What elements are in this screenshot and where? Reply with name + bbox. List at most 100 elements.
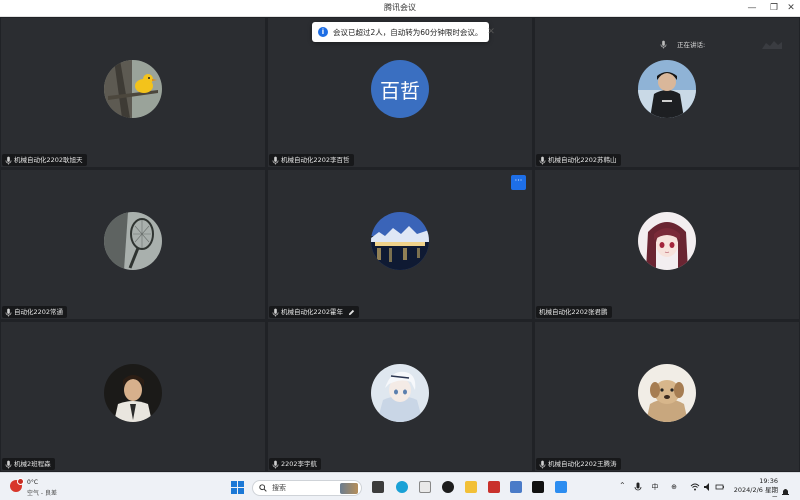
more-options-button[interactable]: ··· xyxy=(511,175,526,190)
calendar-app-icon[interactable] xyxy=(419,481,431,493)
participant-nametag: 机械自动化2202李百哲 xyxy=(269,154,354,166)
start-button[interactable] xyxy=(231,481,244,494)
notification-badge xyxy=(17,478,24,485)
title-bar: 腾讯会议 — ❐ ✕ xyxy=(0,0,800,17)
avatar-photo-anime-girl xyxy=(638,212,696,270)
windows-logo-tile xyxy=(238,488,244,494)
participant-name: 2202李宇航 xyxy=(281,460,318,468)
folder-icon[interactable] xyxy=(465,481,477,493)
tray-expand-icon[interactable]: ⌃ xyxy=(619,481,626,490)
participant-grid: 机械自动化2202耿旭天 百哲 机械自动化2202李百哲 机械自动化2202苏韩… xyxy=(1,18,799,471)
mic-icon xyxy=(272,460,279,468)
wifi-icon[interactable] xyxy=(690,482,700,492)
mcafee-icon[interactable] xyxy=(488,481,500,493)
avatar-photo-dog xyxy=(638,364,696,422)
mic-icon xyxy=(5,460,12,468)
taskbar-search[interactable]: 搜索 xyxy=(252,480,362,496)
volume-icon[interactable] xyxy=(703,482,713,492)
audio-level-icon xyxy=(762,41,782,49)
participant-avatar xyxy=(371,212,429,270)
file-explorer-icon[interactable] xyxy=(372,481,384,493)
mic-icon xyxy=(5,308,12,316)
participant-nametag: 机械自动化2202耿旭天 xyxy=(2,154,87,166)
avatar-photo-boy xyxy=(104,364,162,422)
participant-name: 机械2班程森 xyxy=(14,460,51,468)
participant-nametag: 机械自动化2202霍年 xyxy=(269,306,360,318)
windows-logo-tile xyxy=(231,488,237,494)
participant-tile[interactable]: 机械2班程森 xyxy=(1,322,265,471)
participant-name: 自动化2202常通 xyxy=(14,308,64,316)
mic-icon xyxy=(539,460,546,468)
weather-temp: 0°C xyxy=(27,479,39,486)
mic-icon xyxy=(5,156,12,164)
pencil-icon xyxy=(348,309,355,315)
participant-avatar xyxy=(638,212,696,270)
windows-logo-tile xyxy=(238,481,244,487)
search-icon xyxy=(259,484,267,492)
participant-name: 机械自动化2202李百哲 xyxy=(281,156,350,164)
participant-tile[interactable]: 2202李宇航 xyxy=(268,322,532,471)
participant-tile[interactable]: 机械自动化2202王腾涛 xyxy=(535,322,799,471)
notification-bell-icon[interactable] xyxy=(781,482,790,495)
participant-nametag: 自动化2202常通 xyxy=(2,306,68,318)
meeting-limit-toast: i 会议已超过2人，自动转为60分钟限时会议。 ✕ xyxy=(312,22,495,42)
toast-close-button[interactable]: ✕ xyxy=(487,27,495,37)
participant-name: 机械自动化2202耿旭天 xyxy=(14,156,83,164)
weather-status: 空气 - 良差 xyxy=(27,490,57,497)
taskbar: 0°C 空气 - 良差 搜索 ⌃ 中 ⊕ 19:36 2024/2/6 星期二 xyxy=(0,472,800,500)
mic-icon xyxy=(272,156,279,164)
participant-name: 机械自动化2202张君鹏 xyxy=(539,308,608,316)
search-highlight-image xyxy=(340,483,358,494)
search-placeholder: 搜索 xyxy=(272,484,286,492)
avatar-initials: 百哲 xyxy=(380,78,420,103)
restore-button[interactable]: ❐ xyxy=(767,1,781,15)
clock-date: 2024/2/6 星期二 xyxy=(733,486,778,500)
meeting-stage: 机械自动化2202耿旭天 百哲 机械自动化2202李百哲 机械自动化2202苏韩… xyxy=(0,17,800,472)
participant-name: 机械自动化2202苏韩山 xyxy=(548,156,617,164)
dell-icon[interactable] xyxy=(442,481,454,493)
participant-avatar xyxy=(371,364,429,422)
weather-widget[interactable]: 0°C 空气 - 良差 xyxy=(10,478,60,497)
tray-app-icon[interactable]: ⊕ xyxy=(669,482,679,492)
tiktok-icon[interactable] xyxy=(532,481,544,493)
avatar-photo-duck xyxy=(104,60,162,118)
battery-icon[interactable] xyxy=(715,482,725,492)
participant-tile[interactable]: 自动化2202常通 xyxy=(1,170,265,319)
participant-nametag: 机械自动化2202张君鹏 xyxy=(536,306,612,318)
participant-nametag: 机械自动化2202王腾涛 xyxy=(536,458,621,470)
participant-avatar xyxy=(104,364,162,422)
participant-tile[interactable]: 机械自动化2202张君鹏 xyxy=(535,170,799,319)
participant-tile[interactable]: 机械自动化2202耿旭天 xyxy=(1,18,265,167)
shield-app-icon[interactable] xyxy=(510,481,522,493)
window-title: 腾讯会议 xyxy=(384,3,416,12)
avatar-photo-night-city xyxy=(371,212,429,270)
mic-icon xyxy=(272,308,279,316)
participant-avatar xyxy=(638,60,696,118)
mic-icon xyxy=(539,156,546,164)
participant-avatar xyxy=(638,364,696,422)
minimize-button[interactable]: — xyxy=(745,1,759,15)
close-window-button[interactable]: ✕ xyxy=(784,1,798,15)
avatar-photo-hoodie xyxy=(638,60,696,118)
avatar-photo-anime-boy xyxy=(371,364,429,422)
speaker-mic-icon xyxy=(660,40,667,48)
participant-nametag: 机械2班程森 xyxy=(2,458,55,470)
input-language[interactable]: 中 xyxy=(650,482,660,492)
speaking-label: 正在讲话: xyxy=(677,41,706,49)
meeting-icon[interactable] xyxy=(555,481,567,493)
system-clock[interactable]: 19:36 2024/2/6 星期二 xyxy=(728,477,778,500)
clock-time: 19:36 xyxy=(759,477,778,485)
participant-name: 机械自动化2202霍年 xyxy=(281,308,344,316)
participant-tile[interactable]: 机械自动化2202霍年 xyxy=(268,170,532,319)
participant-nametag: 机械自动化2202苏韩山 xyxy=(536,154,621,166)
windows-logo-icon xyxy=(231,481,237,487)
toast-message: 会议已超过2人，自动转为60分钟限时会议。 xyxy=(333,27,483,37)
participant-name: 机械自动化2202王腾涛 xyxy=(548,460,617,468)
participant-avatar xyxy=(104,60,162,118)
tray-mic-icon[interactable] xyxy=(633,482,643,492)
participant-avatar xyxy=(104,212,162,270)
participant-avatar: 百哲 xyxy=(371,60,429,118)
edge-icon[interactable] xyxy=(396,481,408,493)
avatar-photo-racket xyxy=(104,212,162,270)
info-icon: i xyxy=(318,27,328,37)
